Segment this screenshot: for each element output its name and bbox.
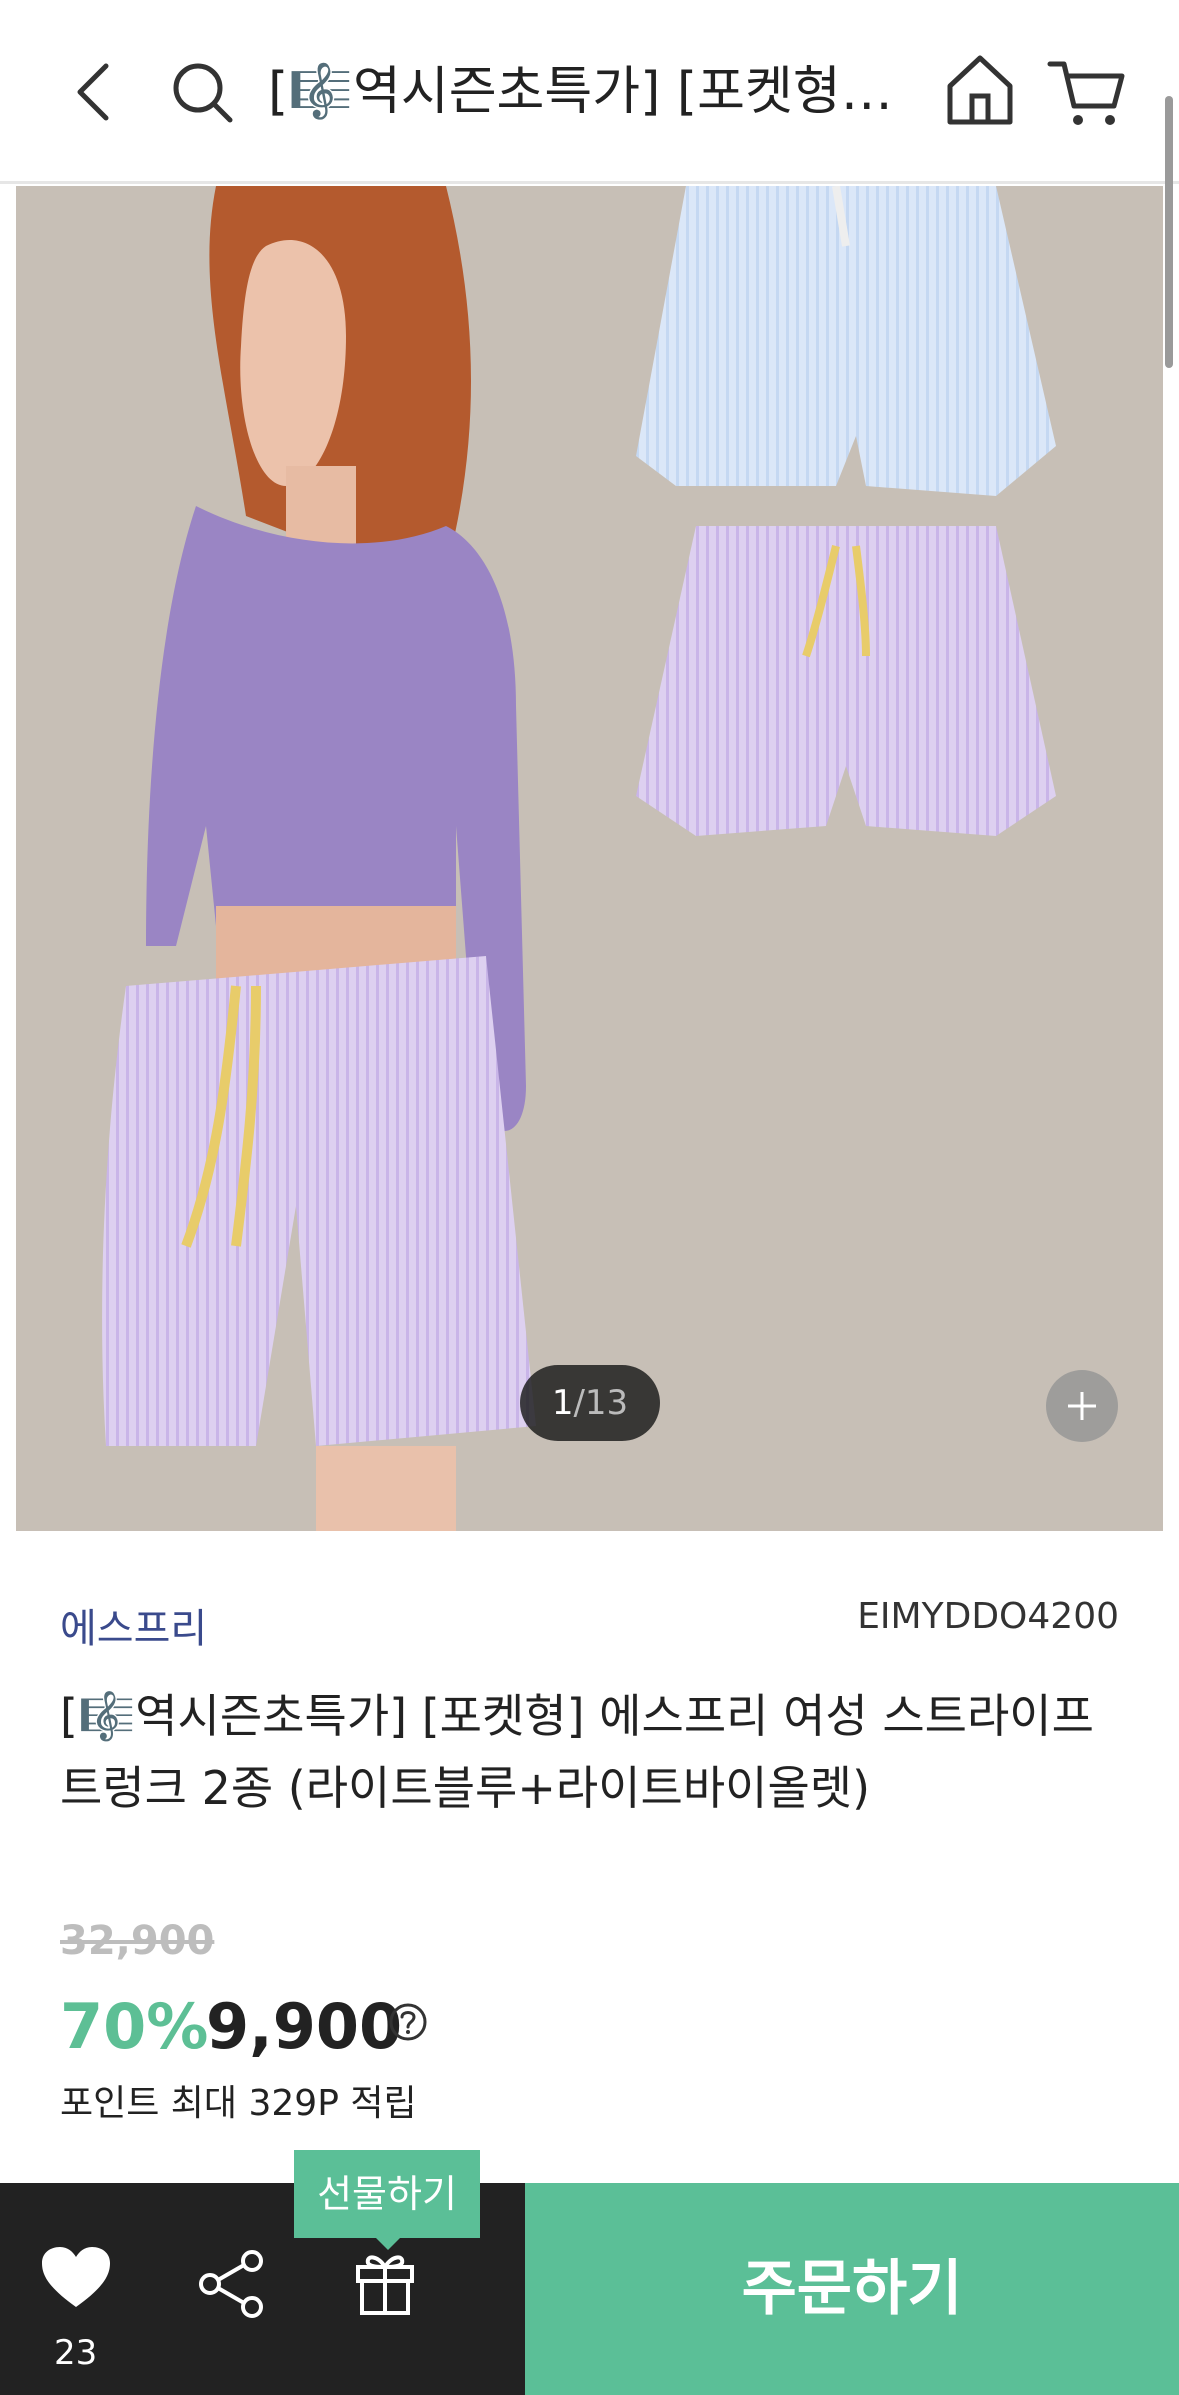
product-code: EIMYDDO4200 [857,1596,1119,1637]
heart-icon[interactable] [38,2243,114,2313]
page-title: [🎼역시즌초특가] [포켓형… [268,62,893,122]
share-icon[interactable] [196,2249,266,2319]
original-price: 32,900 [60,1918,215,1964]
back-chevron-icon[interactable] [62,52,132,132]
gift-tooltip-arrow [374,2236,402,2250]
image-counter-separator: / [573,1383,585,1423]
image-counter: 1/13 [520,1365,660,1441]
question-circle-icon[interactable] [388,2002,428,2042]
brand-link[interactable]: 에스프리 [60,1596,207,1654]
discount-rate: 70% [60,1990,209,2063]
gift-icon[interactable] [352,2245,418,2317]
zoom-plus-icon[interactable] [1046,1370,1118,1442]
cart-icon[interactable] [1044,50,1128,134]
home-icon[interactable] [940,48,1020,132]
scrollbar-thumb[interactable] [1165,96,1173,368]
bottom-action-bar: 23 주문하기 [0,2183,1179,2395]
points-info: 포인트 최대 329P 적립 [60,2083,417,2124]
image-counter-total: 13 [584,1383,629,1423]
order-button[interactable]: 주문하기 [525,2183,1179,2395]
search-icon[interactable] [162,52,242,132]
gift-tooltip[interactable]: 선물하기 [294,2150,480,2238]
product-image[interactable] [16,186,1163,1531]
image-counter-current: 1 [551,1383,574,1423]
sale-price: 9,900 [206,1990,403,2063]
top-navigation-bar: [🎼역시즌초특가] [포켓형… [0,0,1179,184]
product-name: [🎼역시즌초특가] [포켓형] 에스프리 여성 스트라이프 트렁크 2종 (라이… [60,1689,1094,1815]
like-count: 23 [54,2333,98,2373]
